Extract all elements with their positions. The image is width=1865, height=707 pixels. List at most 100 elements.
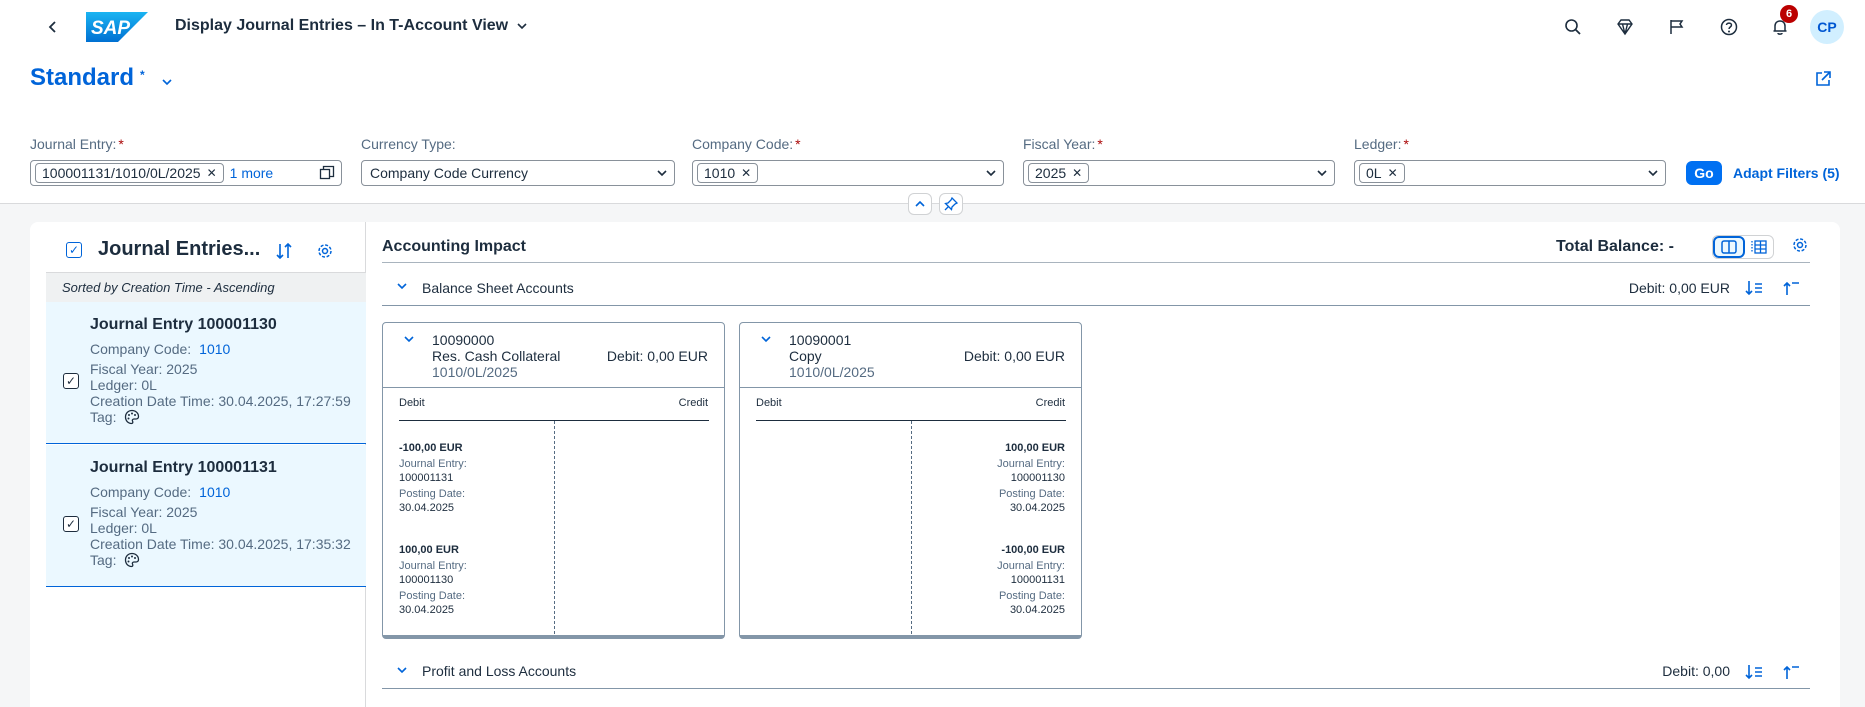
sap-logo[interactable]: SAP xyxy=(86,12,148,42)
divider xyxy=(382,688,1810,689)
token-text: 1010 xyxy=(704,165,736,181)
sort-button[interactable] xyxy=(273,240,295,262)
gear-icon xyxy=(318,244,332,258)
journal-entry-value: 100001131 xyxy=(399,472,454,484)
chevron-down-icon[interactable] xyxy=(396,664,408,679)
balance-sheet-debit: Debit: 0,00 EUR xyxy=(1628,280,1730,296)
currency-type-select[interactable]: Company Code Currency xyxy=(361,160,675,186)
more-link[interactable]: 1 more xyxy=(230,165,274,181)
palette-icon[interactable] xyxy=(124,552,140,568)
journal-entry-field[interactable]: 100001131/1010/0L/2025 ✕ 1 more xyxy=(30,160,342,186)
fiscal-year-field[interactable]: 2025 ✕ xyxy=(1023,160,1335,186)
journal-entry-value: 100001131 xyxy=(1010,574,1065,586)
item-checkbox[interactable]: ✓ xyxy=(63,516,79,532)
value-help-icon[interactable] xyxy=(319,165,335,181)
t-line-vertical xyxy=(911,421,912,634)
grid-view-button[interactable] xyxy=(1745,236,1773,258)
t-account-header[interactable]: 10090001 Copy 1010/0L/2025 Debit: 0,00 E… xyxy=(740,323,1081,388)
collapse-all-button[interactable] xyxy=(1780,661,1802,683)
journal-entry-value: 100001130 xyxy=(399,574,454,586)
company-code-label: Company Code: * xyxy=(692,136,801,152)
posting-date-label: Posting Date: xyxy=(399,590,466,602)
item-ledger: Ledger: 0L xyxy=(90,377,157,393)
posting-amount: -100,00 EUR xyxy=(399,442,463,454)
journal-entry-token[interactable]: 100001131/1010/0L/2025 ✕ xyxy=(35,163,224,183)
account-number: 10090001 xyxy=(789,332,852,348)
divider xyxy=(382,262,1810,263)
balance-sheet-title[interactable]: Balance Sheet Accounts xyxy=(422,280,574,296)
palette-icon[interactable] xyxy=(124,409,140,425)
journal-entry-label: Journal Entry: xyxy=(399,458,467,470)
ledger-label: Ledger: * xyxy=(1354,136,1409,152)
select-all-checkbox[interactable]: ✓ xyxy=(66,242,82,258)
posting-item[interactable]: 100,00 EUR Journal Entry: 100001130 Post… xyxy=(997,441,1065,515)
fiscal-year-token[interactable]: 2025 ✕ xyxy=(1028,163,1090,183)
chevron-down-icon[interactable] xyxy=(396,280,408,295)
item-company: Company Code: 1010 xyxy=(90,341,231,357)
posting-date-value: 30.04.2025 xyxy=(1009,604,1065,616)
profit-loss-title[interactable]: Profit and Loss Accounts xyxy=(422,663,576,679)
company-code-token[interactable]: 1010 ✕ xyxy=(697,163,759,183)
sort-descending-button[interactable] xyxy=(1743,661,1765,683)
company-link[interactable]: 1010 xyxy=(199,484,230,500)
joule-button[interactable] xyxy=(1611,13,1639,41)
token-text: 100001131/1010/0L/2025 xyxy=(42,165,201,181)
company-link[interactable]: 1010 xyxy=(199,341,230,357)
collapse-all-button[interactable] xyxy=(1780,277,1802,299)
ledger-token[interactable]: 0L ✕ xyxy=(1359,163,1405,183)
company-code-field[interactable]: 1010 ✕ xyxy=(692,160,1004,186)
sort-descending-button[interactable] xyxy=(1743,277,1765,299)
ledger-field[interactable]: 0L ✕ xyxy=(1354,160,1666,186)
journal-entry-label: Journal Entry: xyxy=(399,560,467,572)
chevron-down-icon xyxy=(517,23,527,30)
impact-settings-button[interactable] xyxy=(1791,236,1813,258)
variant-selector[interactable]: Standard * xyxy=(30,64,173,92)
app-title-text: Display Journal Entries – In T-Account V… xyxy=(175,17,509,34)
adapt-filters-button[interactable]: Adapt Filters (5) xyxy=(1733,165,1840,181)
journal-entry-label: Journal Entry: xyxy=(997,560,1065,572)
chevron-down-icon[interactable] xyxy=(760,333,772,348)
journal-entry-label: Journal Entry: * xyxy=(30,136,124,152)
sort-descending-icon xyxy=(1745,281,1762,296)
close-icon[interactable]: ✕ xyxy=(1388,166,1398,180)
posting-date-label: Posting Date: xyxy=(399,488,466,500)
debit-header: Debit xyxy=(399,397,425,409)
go-button[interactable]: Go xyxy=(1686,161,1722,185)
sort-icon xyxy=(276,242,292,260)
item-tag: Tag: xyxy=(90,552,140,568)
chevron-down-icon xyxy=(1648,170,1658,177)
chevron-down-icon[interactable] xyxy=(403,333,415,348)
split-view-button[interactable] xyxy=(1713,236,1745,258)
user-avatar[interactable]: CP xyxy=(1810,10,1844,44)
item-checkbox[interactable]: ✓ xyxy=(63,373,79,389)
close-icon[interactable]: ✕ xyxy=(207,166,217,180)
total-balance: Total Balance: - xyxy=(1556,238,1674,255)
accounting-impact-title: Accounting Impact xyxy=(382,238,527,255)
help-button[interactable] xyxy=(1715,13,1743,41)
view-toggle[interactable] xyxy=(1712,235,1774,259)
posting-item[interactable]: -100,00 EUR Journal Entry: 100001131 Pos… xyxy=(399,441,467,515)
share-button[interactable] xyxy=(1814,70,1838,94)
posting-date-value: 30.04.2025 xyxy=(399,604,455,616)
posting-date-label: Posting Date: xyxy=(998,488,1065,500)
chevron-up-icon xyxy=(915,200,925,207)
posting-amount: -100,00 EUR xyxy=(1001,544,1065,556)
item-created: Creation Date Time: 30.04.2025, 17:27:59 xyxy=(90,393,351,409)
close-icon[interactable]: ✕ xyxy=(1072,166,1082,180)
close-icon[interactable]: ✕ xyxy=(741,166,751,180)
list-item[interactable]: ✓ Journal Entry 100001131 Company Code: 1… xyxy=(46,445,366,587)
pin-header-button[interactable] xyxy=(939,193,963,215)
posting-item[interactable]: 100,00 EUR Journal Entry: 100001130 Post… xyxy=(399,543,467,617)
search-button[interactable] xyxy=(1559,13,1587,41)
list-item[interactable]: ✓ Journal Entry 100001130 Company Code: 1… xyxy=(46,302,366,444)
list-settings-button[interactable] xyxy=(314,240,336,262)
apps-button[interactable] xyxy=(1663,13,1691,41)
posting-item[interactable]: -100,00 EUR Journal Entry: 100001131 Pos… xyxy=(997,543,1065,617)
currency-type-value: Company Code Currency xyxy=(370,165,528,181)
account-debit: Debit: 0,00 EUR xyxy=(963,348,1065,364)
collapse-header-button[interactable] xyxy=(908,193,932,215)
back-button[interactable] xyxy=(40,14,66,40)
variant-modified-mark: * xyxy=(140,68,145,82)
app-title[interactable]: Display Journal Entries – In T-Account V… xyxy=(175,17,528,35)
t-account-header[interactable]: 10090000 Res. Cash Collateral 1010/0L/20… xyxy=(383,323,724,388)
